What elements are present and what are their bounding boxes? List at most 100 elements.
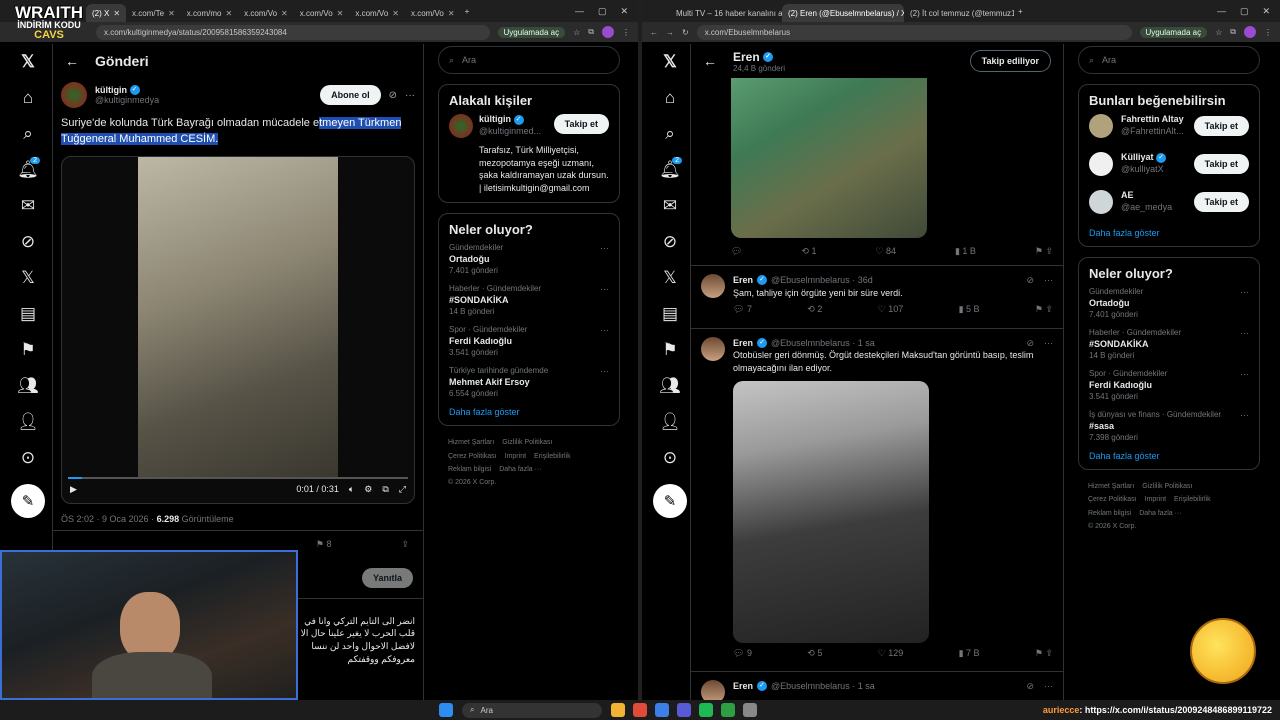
settings-icon[interactable]: ⚙	[364, 484, 372, 495]
follow-button[interactable]: Takip et	[1193, 116, 1249, 136]
more-options-icon[interactable]: ···	[600, 366, 609, 376]
following-button[interactable]: Takip ediliyor	[969, 50, 1051, 72]
maximize-icon[interactable]: ▢	[598, 6, 607, 17]
grok-icon[interactable]: ⊘	[389, 90, 397, 101]
more-options-icon[interactable]: ···	[405, 90, 415, 101]
notifications-icon[interactable]: 🔔︎ 2	[8, 152, 48, 188]
back-arrow-icon[interactable]: ←	[65, 53, 79, 69]
browser-tab[interactable]: x.com/Vo ✕	[238, 4, 294, 22]
show-more-link[interactable]: Daha fazla göster	[449, 407, 609, 417]
open-in-app-pill[interactable]: Uygulamada aç	[497, 26, 566, 38]
like-icon[interactable]: ♡ 129	[878, 647, 904, 660]
avatar[interactable]	[1089, 190, 1113, 214]
trend-item[interactable]: Spor · Gündemdekiler Ferdi Kadıoğlu 3.541 …	[1089, 369, 1249, 401]
star-icon[interactable]: ☆	[1215, 28, 1222, 37]
grok-icon[interactable]: ⊘	[8, 224, 48, 260]
avatar[interactable]	[1089, 152, 1113, 176]
lists-icon[interactable]: ▤	[8, 296, 48, 332]
avatar[interactable]	[61, 82, 87, 108]
avatar[interactable]	[1089, 114, 1113, 138]
app-icon[interactable]	[633, 703, 647, 717]
grok-icon[interactable]: ⊘	[1026, 274, 1034, 287]
more-options-icon[interactable]: ···	[600, 284, 609, 294]
discord-icon[interactable]	[677, 703, 691, 717]
trend-item[interactable]: Haberler · Gündemdekiler #SONDAKİKA 14 B g…	[449, 284, 609, 316]
profile-icon[interactable]: 👤︎	[8, 404, 48, 440]
more-options-icon[interactable]: ···	[600, 325, 609, 335]
new-tab-icon[interactable]: +	[465, 7, 470, 16]
x-logo-icon[interactable]: 𝕏	[650, 44, 690, 80]
premium-icon[interactable]: 𝕏	[8, 260, 48, 296]
minimize-icon[interactable]: —	[1217, 6, 1226, 17]
bookmark-icon[interactable]: ⚑ ⇪	[1035, 246, 1053, 257]
menu-icon[interactable]: ⋮	[622, 28, 630, 37]
more-options-icon[interactable]: ···	[1044, 680, 1053, 693]
trend-item[interactable]: İş dünyası ve finans · Gündemdekiler #sas…	[1089, 410, 1249, 442]
messages-icon[interactable]: ✉	[8, 188, 48, 224]
trend-item[interactable]: Türkiye tarihinde gündemde Mehmet Akif Er…	[449, 366, 609, 398]
follow-button[interactable]: Takip et	[1193, 192, 1249, 212]
notifications-icon[interactable]: 🔔︎ 2	[650, 152, 690, 188]
profile-avatar[interactable]	[602, 26, 614, 38]
home-icon[interactable]: ⌂	[650, 80, 690, 116]
profile-icon[interactable]: 👤︎	[650, 404, 690, 440]
tweet-image[interactable]	[731, 78, 927, 238]
tweet[interactable]: Eren ✓ @Ebuselmnbelarus · 1 sa ⊘ ···	[691, 672, 1063, 700]
avatar[interactable]	[449, 114, 473, 138]
premium-icon[interactable]: 𝕏	[650, 260, 690, 296]
play-icon[interactable]: ▶	[70, 484, 77, 495]
volume-icon[interactable]: 🔈︎	[349, 484, 354, 495]
tweet[interactable]: Eren ✓ @Ebuselmnbelarus · 1 sa ⊘ ··· Otobüsl…	[691, 329, 1063, 673]
trend-item[interactable]: Haberler · Gündemdekiler #SONDAKİKA 14 B g…	[1089, 328, 1249, 360]
browser-tab[interactable]: x.com/Vo ✕	[294, 4, 350, 22]
close-tab-icon[interactable]: ✕	[281, 9, 288, 18]
retweet-icon[interactable]: ⟲ 1	[801, 246, 816, 257]
browser-tab[interactable]: (2) Eren (@Ebuselmnbelarus) / X✕	[782, 4, 904, 22]
retweet-icon[interactable]: ⟲ 2	[807, 303, 822, 316]
views-icon[interactable]: ▮ 7 B	[959, 647, 980, 660]
show-more-link[interactable]: Daha fazla göster	[1089, 451, 1249, 461]
spotify-icon[interactable]	[699, 703, 713, 717]
suggested-person[interactable]: Külliyat ✓ @kulliyatX Takip et	[1089, 152, 1249, 176]
video-player[interactable]: ▶ 0:01 / 0:31 🔈︎ ⚙ ⧉ ⤢	[61, 155, 415, 504]
avatar[interactable]	[701, 274, 725, 298]
close-tab-icon[interactable]: ✕	[448, 9, 455, 18]
url-field[interactable]: x.com/kultiginmedya/status/2009581586359…	[96, 24, 490, 40]
close-tab-icon[interactable]: ✕	[168, 9, 175, 18]
suggested-person[interactable]: Fahrettin Altay @FahrettinAlt... Takip et	[1089, 114, 1249, 138]
browser-tab[interactable]: x.com/Vo ✕	[349, 4, 405, 22]
search-icon[interactable]: ⌕	[8, 116, 48, 152]
menu-icon[interactable]: ⋮	[1264, 28, 1272, 37]
avatar[interactable]	[701, 680, 725, 700]
search-input[interactable]: ⌕ Ara	[1078, 46, 1260, 74]
home-icon[interactable]: ⌂	[8, 80, 48, 116]
windows-start-icon[interactable]	[439, 703, 453, 717]
bookmark-icon[interactable]: ⚑ 8	[316, 539, 332, 550]
x-logo-icon[interactable]: 𝕏	[8, 44, 48, 80]
suggested-person[interactable]: AE @ae_medya Takip et	[1089, 190, 1249, 214]
trend-item[interactable]: Gündemdekiler Ortadoğu 7.401 gönderi ···	[449, 243, 609, 275]
profile-avatar[interactable]	[1244, 26, 1256, 38]
views-icon[interactable]: ▮ 1 B	[955, 246, 976, 257]
app-icon[interactable]	[743, 703, 757, 717]
app-icon[interactable]	[721, 703, 735, 717]
grok-icon[interactable]: ⊘	[1026, 337, 1034, 350]
compose-post-button[interactable]: ✎	[653, 484, 687, 518]
more-options-icon[interactable]: ···	[1240, 328, 1249, 338]
close-tab-icon[interactable]: ✕	[225, 9, 232, 18]
bookmark-icon[interactable]: ⚑ ⇪	[1035, 303, 1053, 316]
extensions-icon[interactable]: ⧉	[1230, 27, 1236, 37]
extensions-icon[interactable]: ⧉	[588, 27, 594, 37]
messages-icon[interactable]: ✉	[650, 188, 690, 224]
subscribe-button[interactable]: Abone ol	[320, 85, 381, 105]
communities-icon[interactable]: 👥︎	[650, 368, 690, 404]
new-tab-icon[interactable]: +	[1018, 7, 1023, 16]
views-icon[interactable]: ▮ 5 B	[959, 303, 980, 316]
follow-button[interactable]: Takip et	[1193, 154, 1249, 174]
more-options-icon[interactable]: ···	[1044, 274, 1053, 287]
more-icon[interactable]: ⊙	[650, 440, 690, 476]
browser-tab[interactable]: (2) İt col temmuz (@temmuz1)✕	[904, 4, 1014, 22]
forward-icon[interactable]: →	[666, 28, 674, 37]
fullscreen-icon[interactable]: ⤢	[399, 484, 406, 495]
star-icon[interactable]: ☆	[573, 28, 580, 37]
